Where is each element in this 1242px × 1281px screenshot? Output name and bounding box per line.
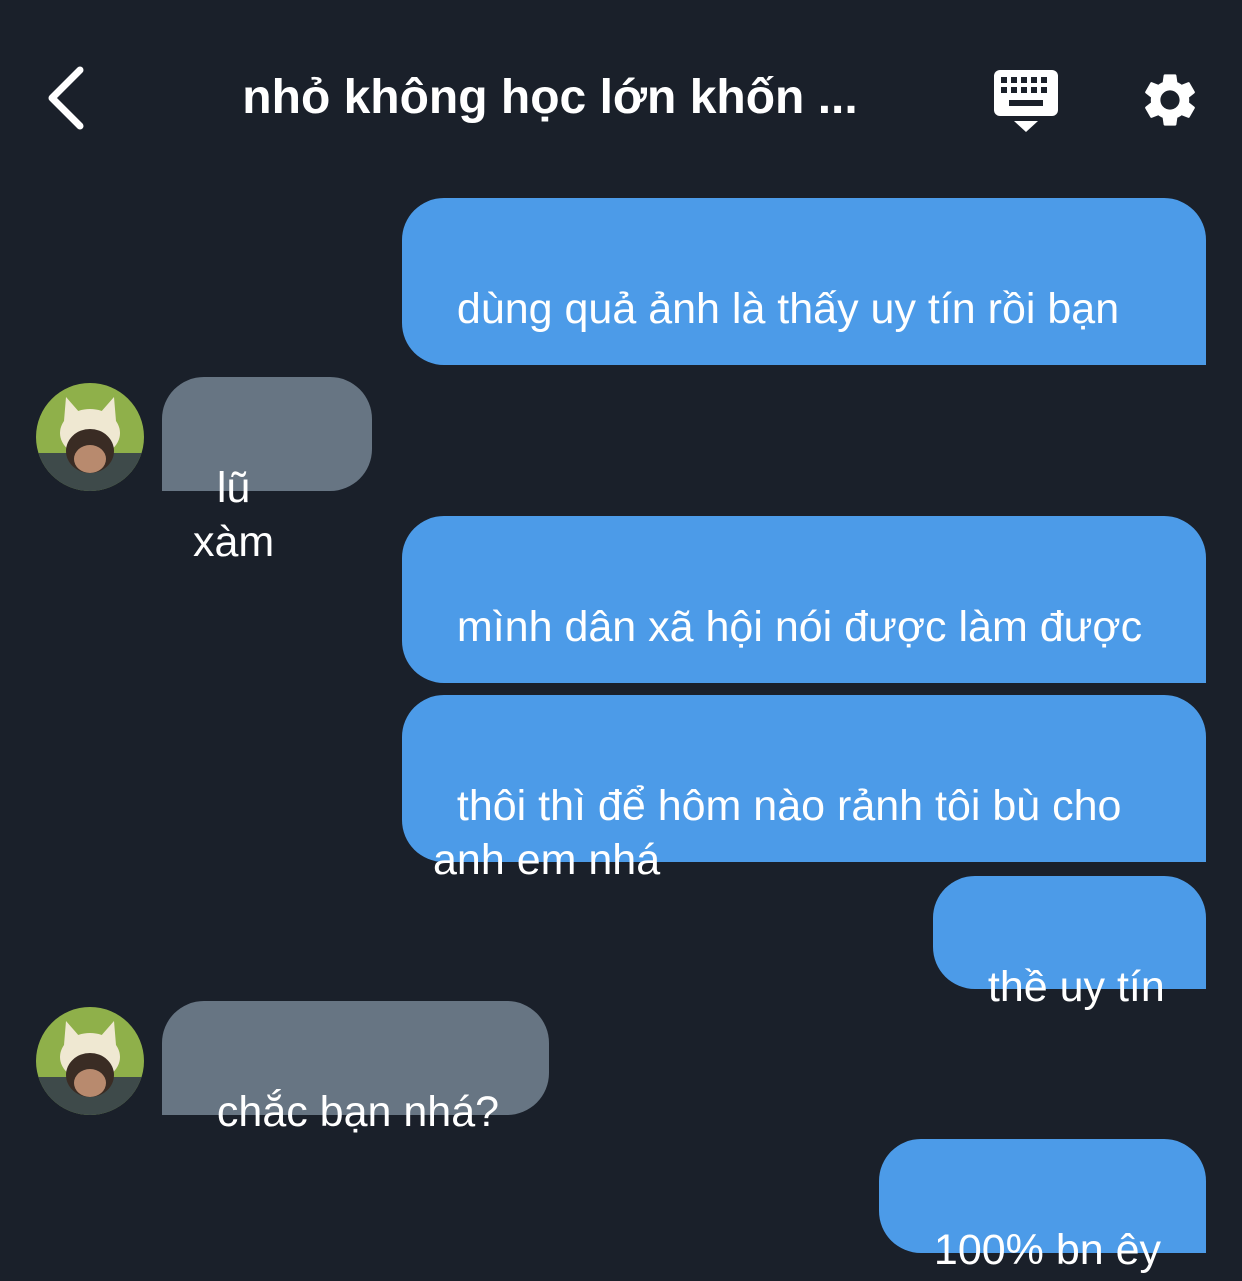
outgoing-message[interactable]: mình dân xã hội nói được làm được — [402, 516, 1206, 683]
message-text: chắc bạn nhá? — [216, 1088, 500, 1136]
outgoing-message[interactable]: thôi thì để hôm nào rảnh tôi bù cho anh … — [402, 695, 1206, 884]
chevron-left-icon — [48, 66, 84, 130]
outgoing-message[interactable]: thề uy tín — [933, 876, 1206, 1011]
outgoing-message[interactable]: 100% bn êy — [879, 1139, 1206, 1274]
avatar-image — [36, 383, 144, 491]
back-button[interactable] — [40, 62, 100, 134]
outgoing-message[interactable]: dùng quả ảnh là thấy uy tín rồi bạn — [402, 198, 1206, 365]
message-text: lũ xàm — [193, 464, 275, 566]
message-text: thôi thì để hôm nào rảnh tôi bù cho anh … — [433, 782, 1134, 884]
message-text: mình dân xã hội nói được làm được — [456, 603, 1143, 651]
contact-avatar[interactable] — [36, 1007, 144, 1115]
gear-icon — [1145, 74, 1195, 126]
incoming-message[interactable]: lũ xàm — [162, 377, 372, 566]
message-text: thề uy tín — [987, 963, 1165, 1011]
message-text: 100% bn êy — [933, 1226, 1162, 1274]
chat-header: nhỏ không học lớn khốn ... — [0, 0, 1242, 190]
avatar-image — [36, 1007, 144, 1115]
conversation-title[interactable]: nhỏ không học lớn khốn ... — [180, 66, 920, 130]
keyboard-icon — [994, 70, 1058, 132]
contact-avatar[interactable] — [36, 383, 144, 491]
keyboard-button[interactable] — [992, 68, 1060, 134]
message-text: dùng quả ảnh là thấy uy tín rồi bạn — [456, 285, 1120, 333]
settings-button[interactable] — [1138, 68, 1202, 132]
incoming-message[interactable]: chắc bạn nhá? — [162, 1001, 549, 1136]
